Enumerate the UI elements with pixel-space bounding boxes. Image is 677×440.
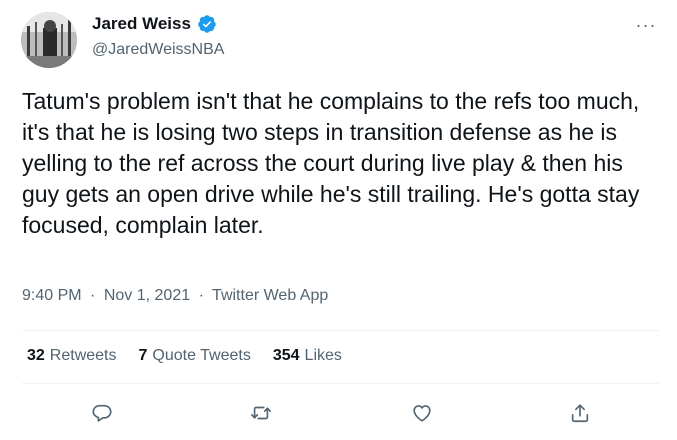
author-handle[interactable]: @JaredWeissNBA: [92, 41, 224, 59]
share-icon: [571, 404, 589, 423]
likes-label: Likes: [304, 347, 342, 364]
quote-tweets-stat[interactable]: 7 Quote Tweets: [139, 347, 251, 365]
author-name[interactable]: Jared Weiss: [92, 14, 191, 34]
reply-button[interactable]: [88, 399, 116, 427]
retweets-label: Retweets: [49, 347, 117, 364]
meta-separator: ·: [198, 287, 204, 304]
tweet-metadata: 9:40 PM · Nov 1, 2021 · Twitter Web App: [22, 287, 328, 305]
avatar[interactable]: [21, 12, 77, 68]
tweet-text: Tatum's problem isn't that he complains …: [22, 88, 640, 238]
more-icon: ···: [635, 14, 657, 35]
tweet-card: Jared Weiss @JaredWeissNBA ··· Tatum's p…: [0, 0, 677, 440]
retweet-button[interactable]: [247, 399, 275, 427]
tweet-source[interactable]: Twitter Web App: [212, 287, 328, 304]
divider: [22, 383, 659, 384]
author-name-row: Jared Weiss: [92, 14, 217, 34]
divider: [22, 330, 659, 331]
meta-separator: ·: [90, 287, 96, 304]
like-icon: [413, 405, 431, 422]
more-options-button[interactable]: ···: [633, 14, 659, 36]
likes-stat[interactable]: 354 Likes: [273, 347, 342, 365]
tweet-actions-bar: [0, 395, 677, 431]
reply-icon: [92, 404, 112, 422]
avatar-photo: [21, 12, 77, 68]
tweet-date[interactable]: Nov 1, 2021: [104, 287, 190, 304]
retweets-stat[interactable]: 32 Retweets: [27, 347, 117, 365]
engagement-stats: 32 Retweets 7 Quote Tweets 354 Likes: [27, 347, 342, 365]
likes-count: 354: [272, 347, 300, 364]
retweet-icon: [251, 406, 271, 420]
retweets-count: 32: [27, 347, 45, 364]
tweet-time[interactable]: 9:40 PM: [22, 287, 82, 304]
like-button[interactable]: [408, 399, 436, 427]
quote-tweets-count: 7: [138, 347, 148, 364]
verified-badge-icon: [197, 14, 217, 34]
quote-tweets-label: Quote Tweets: [152, 347, 251, 364]
share-button[interactable]: [566, 399, 594, 427]
